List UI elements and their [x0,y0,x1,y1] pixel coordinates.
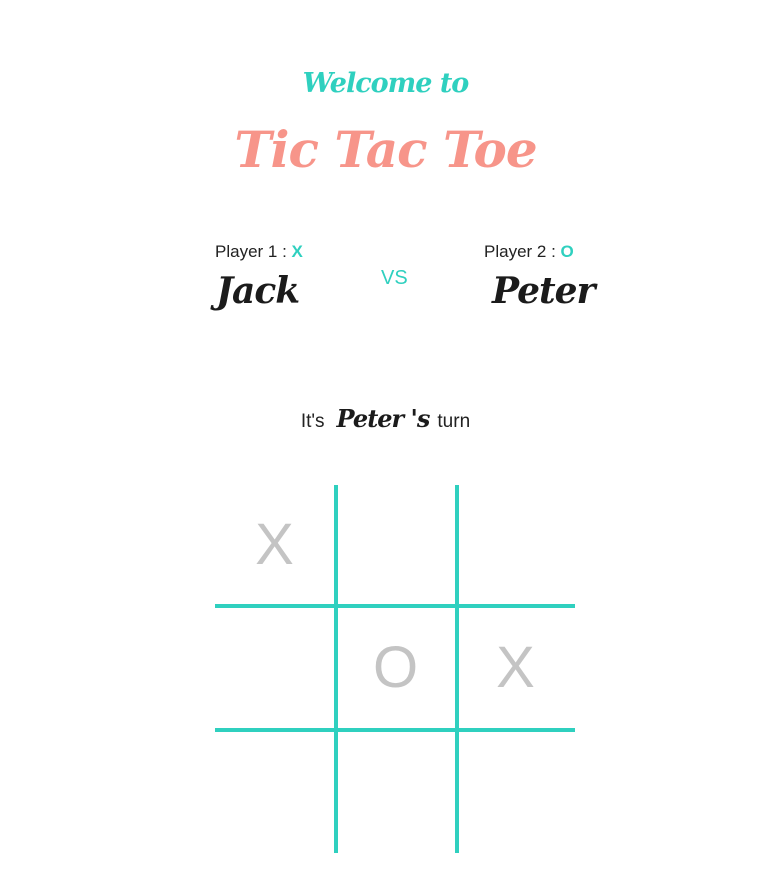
turn-prefix: It's [300,411,325,432]
grid-line-horizontal-2 [215,728,575,732]
turn-player-name: Peter 's [336,404,431,433]
welcome-heading: Welcome to [302,68,470,99]
player-2-name: Peter [492,270,596,312]
turn-suffix: turn [437,411,471,432]
game-board: X O X [215,485,575,853]
player-1-label: Player 1 : X [215,242,303,262]
player-1-name: Jack [216,270,300,312]
vs-label: VS [381,267,408,289]
player-1-label-text: Player 1 : [215,242,287,261]
board-cell-1[interactable]: X [215,485,334,604]
player-2-label-text: Player 2 : [484,242,556,261]
board-cell-4[interactable] [215,608,334,727]
turn-indicator: It's Peter 's turn [0,402,771,439]
board-cell-9[interactable] [456,733,575,852]
board-cell-3[interactable] [456,485,575,604]
turn-possessive: 's [410,404,431,433]
page-title: Tic Tac Toe [234,120,537,179]
board-cell-2[interactable] [336,485,455,604]
player-1-mark: X [291,242,303,261]
player-2-label: Player 2 : O [484,242,574,262]
board-cell-6[interactable]: X [456,608,575,727]
turn-name: Peter [336,404,405,433]
board-cell-8[interactable] [336,733,455,852]
player-2-mark: O [560,242,574,261]
board-cell-5[interactable]: O [336,608,455,727]
board-cell-7[interactable] [215,733,334,852]
